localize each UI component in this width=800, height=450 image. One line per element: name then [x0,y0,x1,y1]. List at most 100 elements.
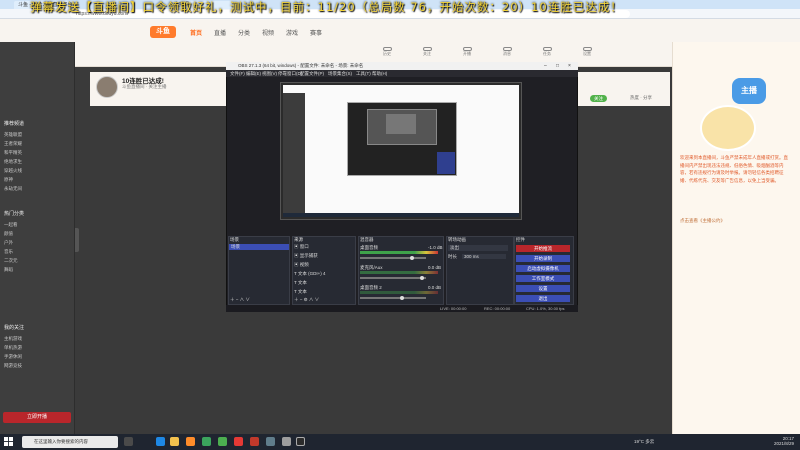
nav-match[interactable]: 赛事 [310,28,322,37]
sidebar-item[interactable]: 英雄联盟 [4,132,22,138]
sidebar-item[interactable]: 穿越火线 [4,168,22,174]
sidebar-item[interactable]: 户外 [4,240,13,246]
preview-nested-controls [437,152,455,174]
scene-controls[interactable]: ＋ − ∧ ∨ [230,297,250,303]
sidebar-section-title: 推荐频道 [4,121,25,127]
menu-help[interactable]: 帮助(H) [372,70,387,77]
nav-home[interactable]: 首页 [190,28,202,37]
sidebar-section-title: 我的关注 [4,325,25,331]
room-subtitle: 斗鱼直播间 · 关注主播 [122,84,167,89]
source-item[interactable]: T 文本 [294,280,307,286]
sidebar-item[interactable]: 原神 [4,177,13,183]
menu-edit[interactable]: 编辑(E) [246,70,261,77]
nav-video[interactable]: 视频 [262,28,274,37]
scene-item[interactable]: 场景 [229,244,289,250]
source-controls[interactable]: ＋ − ⚙ ∧ ∨ [294,297,319,303]
start-broadcast-button[interactable]: 立即开播 [3,412,71,423]
sidebar-item[interactable]: 舞蹈 [4,267,13,273]
duration-input[interactable]: 300 ms [462,254,506,259]
sidebar-collapse-handle[interactable] [75,228,79,252]
sidebar-item[interactable]: 和平精英 [4,150,22,156]
edge-icon[interactable] [156,437,165,446]
maximize-icon[interactable]: □ [556,62,559,70]
volume-meter [360,251,438,254]
volume-knob[interactable] [420,276,424,280]
message-icon[interactable]: 消息 [500,47,514,57]
virtual-camera-button[interactable]: 启动虚拟摄像机 [516,265,570,272]
rules-link[interactable]: 点击查看《主播公约》 [680,218,725,224]
settings-icon[interactable]: 设置 [580,47,594,57]
sidebar-item[interactable]: 颜值 [4,231,13,237]
transition-select[interactable]: 淡出 [448,245,508,251]
volume-slider[interactable] [360,277,426,279]
site-logo[interactable]: 斗鱼 [150,26,176,38]
sidebar-item[interactable]: 网游竞技 [4,363,22,369]
sidebar-item[interactable]: 手游休闲 [4,354,22,360]
volume-meter [360,291,438,294]
volume-slider[interactable] [360,297,426,299]
preview-taskbar [283,213,519,217]
source-item[interactable]: ▣ 视频 [294,262,309,268]
sidebar-item[interactable]: 单机热游 [4,345,22,351]
start-streaming-button[interactable]: 开始推流 [516,245,570,252]
source-item[interactable]: ▣ 显示捕获 [294,253,318,259]
mixer-channel-db: 0.0 dB [428,285,442,290]
douyu-app-icon[interactable] [186,437,195,446]
windows-start-icon[interactable] [4,437,13,446]
sidebar-item[interactable]: 绝地求生 [4,159,22,165]
menu-file[interactable]: 文件(F) [230,70,245,77]
nav-category[interactable]: 分类 [238,28,250,37]
start-recording-button[interactable]: 开始录制 [516,255,570,262]
file-explorer-icon[interactable] [170,437,179,446]
source-item[interactable]: T 文本 (GDI+) 4 [294,271,326,277]
source-item[interactable]: ▣ 窗口 [294,244,309,250]
volume-knob[interactable] [400,296,404,300]
broadcast-icon[interactable]: 开播 [460,47,474,57]
menu-docks[interactable]: 停靠窗口(D) [278,70,302,77]
taskbar-search-input[interactable]: 在这里输入你要搜索的内容 [22,436,118,448]
streamer-badge: 主播 [732,78,766,104]
app-icon[interactable] [234,437,243,446]
rec-timer: REC: 00:00:00 [484,306,511,311]
exit-button[interactable]: 退出 [516,295,570,302]
menu-view[interactable]: 视图(V) [262,70,277,77]
mixer-channel-db: -1.0 dB [428,245,443,250]
minimize-icon[interactable]: – [544,62,547,70]
nav-game[interactable]: 游戏 [286,28,298,37]
volume-slider[interactable] [360,257,426,259]
task-view-icon[interactable] [124,437,133,446]
windows-taskbar [0,434,800,450]
task-icon[interactable]: 任务 [540,47,554,57]
settings-button[interactable]: 设置 [516,285,570,292]
history-icon[interactable]: 历史 [380,47,394,57]
close-icon[interactable]: × [568,62,571,70]
sidebar-item[interactable]: 王者荣耀 [4,141,22,147]
menu-profile[interactable]: 配置文件(P) [300,70,324,77]
app-icon[interactable] [250,437,259,446]
transitions-title: 转场动画 [448,237,466,242]
sidebar-item[interactable]: 二次元 [4,258,18,264]
weather-widget[interactable]: 19°C 多云 [634,439,654,445]
sidebar-item[interactable]: 主机游戏 [4,336,22,342]
wechat-icon[interactable] [202,437,211,446]
controls-title: 控件 [516,237,525,242]
app-icon[interactable] [282,437,291,446]
menu-scene-collection[interactable]: 场景集合(S) [328,70,352,77]
follow-icon[interactable]: 关注 [420,47,434,57]
avatar[interactable] [96,76,118,98]
source-item[interactable]: T 文本 [294,289,307,295]
chrome-icon[interactable] [218,437,227,446]
sidebar-item[interactable]: 一起看 [4,222,18,228]
sidebar-item[interactable]: 永劫无间 [4,186,22,192]
follow-button[interactable]: 关注 [590,95,607,102]
nav-live[interactable]: 直播 [214,28,226,37]
scenes-title: 场景 [230,237,239,242]
obs-taskbar-icon[interactable] [296,437,305,446]
system-clock[interactable]: 20:17 2021/8/29 [774,436,794,446]
app-icon[interactable] [266,437,275,446]
studio-mode-button[interactable]: 工作室模式 [516,275,570,282]
sidebar-item[interactable]: 音乐 [4,249,13,255]
preview-nested-inner [386,114,416,134]
menu-tools[interactable]: 工具(T) [356,70,371,77]
volume-knob[interactable] [410,256,414,260]
